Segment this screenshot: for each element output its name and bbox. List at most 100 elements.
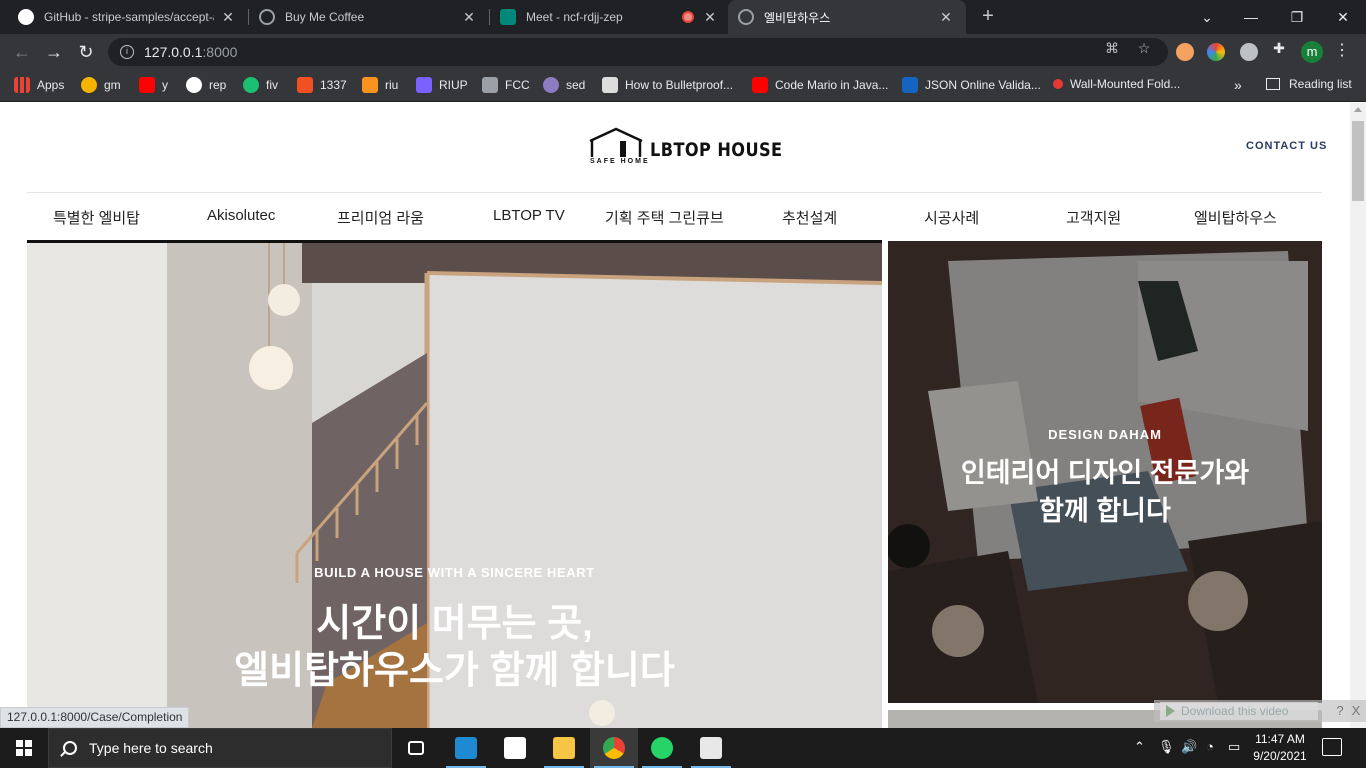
bookmark-fiv[interactable]: fiv: [243, 77, 278, 93]
volume-icon[interactable]: 🔊: [1181, 739, 1197, 755]
close-icon[interactable]: ✕: [702, 9, 718, 26]
minimize-icon[interactable]: —: [1228, 0, 1274, 34]
nav-item-special-lbtop[interactable]: 특별한 엘비탑: [53, 207, 140, 228]
bookmark-apps[interactable]: Apps: [14, 77, 64, 93]
bookmark-riu[interactable]: riu: [362, 77, 398, 93]
forward-arrow-icon[interactable]: →: [42, 40, 66, 64]
bookmark-wall-mounted[interactable]: Wall-Mounted Fold...: [1053, 77, 1180, 91]
windows-logo-icon: [16, 740, 32, 756]
help-icon[interactable]: ?: [1332, 702, 1348, 720]
bookmark-star-icon[interactable]: ☆: [1136, 40, 1152, 57]
tab-title: 엘비탑하우스: [764, 10, 831, 25]
window-close-icon[interactable]: ✕: [1320, 0, 1366, 34]
vscode-icon[interactable]: [442, 728, 490, 768]
page-scrollbar[interactable]: [1350, 103, 1366, 728]
wifi-icon[interactable]: ◔: [1206, 739, 1214, 754]
nav-item-lbtop-tv[interactable]: LBTOP TV: [493, 207, 565, 224]
reload-icon[interactable]: ↻: [74, 40, 98, 64]
whatsapp-icon[interactable]: [638, 728, 686, 768]
back-arrow-icon[interactable]: ←: [10, 40, 34, 64]
start-button[interactable]: [0, 728, 48, 768]
globe-icon: [259, 9, 275, 25]
close-icon[interactable]: X: [1348, 702, 1364, 720]
taskbar-search-box[interactable]: Type here to search: [48, 728, 392, 768]
app-office-icon[interactable]: [491, 728, 539, 768]
bookmarks-bar: Apps gm y rep fiv 1337 riu RIUP FCC sed …: [0, 70, 1366, 102]
nav-item-construction-cases[interactable]: 시공사례: [924, 207, 979, 228]
youtube-icon: [139, 77, 155, 93]
extension-on-icon[interactable]: [1240, 43, 1258, 61]
scrollbar-thumb[interactable]: [1352, 121, 1364, 201]
battery-icon[interactable]: ▭: [1228, 739, 1240, 755]
task-view-icon[interactable]: [392, 728, 440, 768]
link-status-url: 127.0.0.1:8000/Case/Completion: [0, 707, 190, 728]
download-video-button[interactable]: Download this video: [1160, 702, 1318, 720]
bookmark-bulletproof[interactable]: How to Bulletproof...: [602, 77, 733, 93]
notification-icon[interactable]: [1322, 738, 1342, 756]
profile-avatar[interactable]: m: [1301, 41, 1323, 63]
hero-subtitle: BUILD A HOUSE WITH A SINCERE HEART: [314, 565, 595, 580]
recording-icon: [682, 11, 694, 23]
bookmark-riup[interactable]: RIUP: [416, 77, 468, 93]
tray-overflow-icon[interactable]: ⌃: [1134, 739, 1145, 755]
bookmark-1337[interactable]: 1337: [297, 77, 347, 93]
bookmark-fcc[interactable]: FCC: [482, 77, 530, 93]
tab-meet[interactable]: Meet - ncf-rdjj-zep ✕: [490, 0, 730, 34]
play-icon: [1166, 705, 1175, 717]
nav-item-lbtop-house[interactable]: 엘비탑하우스: [1194, 207, 1277, 228]
nav-item-green-cube[interactable]: 기획 주택 그린큐브: [605, 207, 724, 228]
translate-icon[interactable]: ⌘: [1104, 40, 1120, 57]
nav-item-premium-raum[interactable]: 프리미엄 라움: [337, 207, 424, 228]
app-chart-icon[interactable]: [687, 728, 735, 768]
bookmarks-overflow-icon[interactable]: »: [1234, 77, 1242, 93]
extensions-puzzle-icon[interactable]: ✚: [1271, 40, 1287, 57]
avatar-icon: [602, 77, 618, 93]
fcc-icon: [482, 77, 498, 93]
tab-github[interactable]: GitHub - stripe-samples/accept-a ✕: [8, 0, 248, 34]
google-meet-icon: [500, 9, 516, 25]
close-icon[interactable]: ✕: [220, 9, 236, 26]
extension-owl-icon[interactable]: [1176, 43, 1194, 61]
taskbar-clock[interactable]: 11:47 AM 9/20/2021: [1250, 731, 1310, 765]
tab-buy-me-coffee[interactable]: Buy Me Coffee ✕: [249, 0, 489, 34]
tab-search-icon[interactable]: ⌄: [1184, 0, 1230, 34]
bookmark-rep[interactable]: rep: [186, 77, 226, 93]
menu-kebab-icon[interactable]: ⋮: [1334, 40, 1350, 60]
address-bar[interactable]: i 127.0.0.1:8000: [108, 38, 1168, 66]
bookmark-y[interactable]: y: [139, 77, 168, 93]
riup-icon: [416, 77, 432, 93]
bookmark-gm[interactable]: gm: [81, 77, 121, 93]
extension-color-icon[interactable]: [1207, 43, 1225, 61]
reading-list-button[interactable]: Reading list: [1266, 77, 1352, 91]
bookmark-sed[interactable]: sed: [543, 77, 585, 93]
json-icon: [902, 77, 918, 93]
reading-list-icon: [1266, 78, 1280, 90]
logo-text: LBTOP HOUSE: [650, 139, 783, 161]
site-logo[interactable]: LBTOP HOUSE SAFE HOME: [588, 127, 782, 169]
new-tab-button[interactable]: +: [976, 4, 1000, 28]
bookmark-json-validator[interactable]: JSON Online Valida...: [902, 77, 1041, 93]
nav-item-recommended-design[interactable]: 추천설계: [782, 207, 837, 228]
globe-icon: [738, 9, 754, 25]
hero-banner[interactable]: BUILD A HOUSE WITH A SINCERE HEART 시간이 머…: [27, 243, 882, 728]
chrome-icon[interactable]: [590, 728, 638, 768]
contact-us-link[interactable]: CONTACT US: [1246, 140, 1327, 152]
x-icon: [297, 77, 313, 93]
microphone-icon[interactable]: 🎙: [1158, 739, 1175, 755]
side-subtitle: DESIGN DAHAM: [1048, 427, 1162, 442]
logo-subtext: SAFE HOME: [590, 158, 650, 165]
bookmark-code-mario[interactable]: Code Mario in Java...: [752, 77, 888, 93]
design-daham-card[interactable]: DESIGN DAHAM 인테리어 디자인 전문가와 함께 합니다: [888, 241, 1322, 703]
scroll-up-icon[interactable]: [1354, 107, 1362, 112]
site-info-icon[interactable]: i: [120, 45, 134, 59]
gm-icon: [81, 77, 97, 93]
restore-icon[interactable]: ❐: [1274, 0, 1320, 34]
search-placeholder: Type here to search: [89, 740, 213, 756]
file-explorer-icon[interactable]: [540, 728, 588, 768]
close-icon[interactable]: ✕: [461, 9, 477, 26]
close-icon[interactable]: ✕: [938, 9, 954, 26]
youtube-icon: [752, 77, 768, 93]
nav-item-customer-support[interactable]: 고객지원: [1066, 207, 1121, 228]
tab-lbtop-active[interactable]: 엘비탑하우스 ✕: [728, 0, 966, 34]
nav-item-akisolutec[interactable]: Akisolutec: [207, 207, 275, 224]
